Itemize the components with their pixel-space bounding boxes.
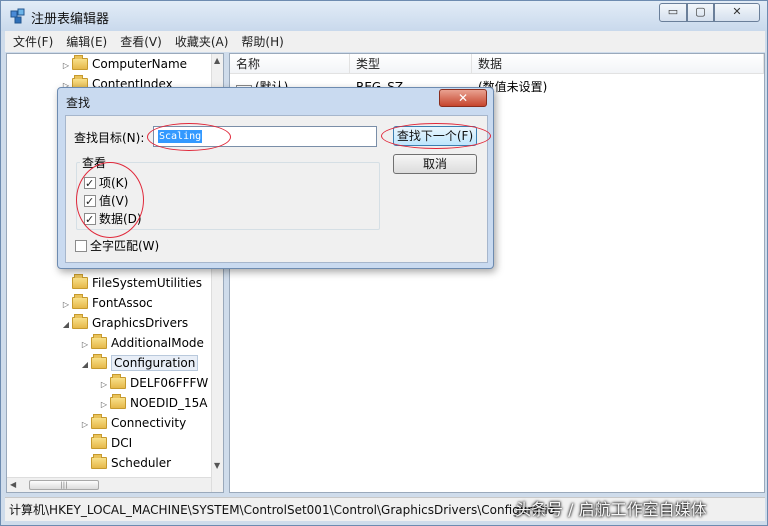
find-dialog: 查找 ✕ 查找目标(N): Scaling 查找下一个(F) 取消 查看 项(K…	[57, 87, 494, 269]
watermark-text: 头条号 / 启航工作室自媒体	[515, 500, 707, 519]
column-header-type[interactable]: 类型	[350, 54, 472, 74]
values-checkbox[interactable]	[84, 193, 96, 211]
folder-icon	[110, 374, 126, 389]
tree-item-computername[interactable]: ▷ ComputerName	[60, 54, 187, 74]
whole-word-checkbox[interactable]	[75, 240, 87, 252]
find-what-label: 查找目标(N):	[74, 131, 145, 145]
tree-item-label: DCI	[111, 436, 133, 450]
folder-icon	[91, 334, 107, 349]
dialog-body: 查找目标(N): Scaling 查找下一个(F) 取消 查看 项(K) 值(V…	[65, 115, 488, 263]
registry-editor-window: 注册表编辑器 ▭ ▢ ✕ 文件(F) 编辑(E) 查看(V) 收藏夹(A) 帮助…	[0, 0, 768, 526]
tree-item-label: FontAssoc	[92, 296, 153, 310]
folder-icon	[72, 314, 88, 329]
expand-arrow-icon[interactable]: ▷	[60, 295, 72, 315]
tree-item-label: Configuration	[111, 355, 199, 371]
tree-item-scheduler[interactable]: Scheduler	[79, 453, 171, 473]
tree-item-label: Scheduler	[111, 456, 172, 470]
tree-item-label: GraphicsDrivers	[92, 316, 189, 330]
folder-icon	[91, 434, 107, 449]
option-keys[interactable]: 项(K)	[84, 174, 129, 193]
folder-icon	[72, 294, 88, 309]
scroll-left-arrow-icon[interactable]: ◀	[10, 480, 16, 489]
tree-item-filesystemutilities[interactable]: FileSystemUtilities	[60, 273, 202, 293]
title-bar: 注册表编辑器 ▭ ▢ ✕	[1, 1, 767, 31]
cancel-button[interactable]: 取消	[393, 154, 477, 174]
folder-icon	[72, 274, 88, 289]
tree-item-graphicsdrivers[interactable]: ◢ GraphicsDrivers	[60, 313, 188, 333]
dialog-close-button[interactable]: ✕	[439, 89, 487, 107]
values-label: 值(V)	[99, 194, 129, 208]
tree-item-additionalmode[interactable]: ▷ AdditionalMode	[79, 333, 204, 353]
find-next-button[interactable]: 查找下一个(F)	[393, 126, 477, 146]
scroll-up-arrow-icon[interactable]: ▲	[214, 56, 220, 65]
close-window-button[interactable]: ✕	[714, 3, 760, 22]
keys-checkbox[interactable]	[84, 175, 96, 193]
look-at-label: 查看	[80, 154, 109, 171]
minimize-button[interactable]: ▭	[659, 3, 687, 22]
scroll-thumb[interactable]: |||	[29, 480, 99, 490]
tree-item-delf06fffw[interactable]: ▷ DELF06FFFW	[98, 373, 208, 393]
folder-icon	[91, 454, 107, 469]
option-whole-word[interactable]: 全字匹配(W)	[75, 237, 159, 255]
expand-arrow-icon[interactable]: ▷	[79, 335, 91, 355]
tree-item-label: NOEDID_15A	[130, 396, 208, 410]
tree-item-label: FileSystemUtilities	[92, 276, 202, 290]
option-data[interactable]: 数据(D)	[84, 210, 142, 229]
scroll-down-arrow-icon[interactable]: ▼	[214, 461, 220, 470]
tree-item-dci[interactable]: DCI	[79, 433, 132, 453]
tree-item-connectivity[interactable]: ▷ Connectivity	[79, 413, 186, 433]
tree-item-label: AdditionalMode	[111, 336, 204, 350]
column-header-data[interactable]: 数据	[472, 54, 764, 74]
tree-horizontal-scrollbar[interactable]: ◀ |||	[7, 477, 211, 492]
column-header-name[interactable]: 名称	[230, 54, 350, 74]
menu-view[interactable]: 查看(V)	[120, 33, 162, 50]
option-values[interactable]: 值(V)	[84, 192, 129, 211]
data-label: 数据(D)	[99, 212, 142, 226]
menu-file[interactable]: 文件(F)	[13, 33, 53, 50]
whole-word-label: 全字匹配(W)	[90, 239, 160, 253]
menu-bar: 文件(F) 编辑(E) 查看(V) 收藏夹(A) 帮助(H)	[5, 31, 765, 52]
expand-arrow-icon[interactable]: ▷	[60, 56, 72, 76]
tree-item-label: DELF06FFFW	[130, 376, 209, 390]
folder-icon	[91, 354, 107, 369]
dialog-title: 查找	[66, 96, 91, 110]
collapse-arrow-icon[interactable]: ◢	[79, 355, 91, 375]
tree-item-fontassoc[interactable]: ▷ FontAssoc	[60, 293, 153, 313]
folder-icon	[72, 55, 88, 70]
data-checkbox[interactable]	[84, 211, 96, 229]
collapse-arrow-icon[interactable]: ◢	[60, 315, 72, 335]
regedit-app-icon	[10, 8, 25, 24]
expand-arrow-icon[interactable]: ▷	[98, 395, 110, 415]
window-title: 注册表编辑器	[31, 12, 110, 27]
folder-icon	[91, 414, 107, 429]
tree-item-configuration[interactable]: ◢ Configuration	[79, 353, 199, 375]
folder-icon	[110, 394, 126, 409]
tree-item-label: Connectivity	[111, 416, 187, 430]
menu-favorites[interactable]: 收藏夹(A)	[175, 33, 229, 50]
expand-arrow-icon[interactable]: ▷	[79, 415, 91, 435]
expand-arrow-icon[interactable]: ▷	[98, 375, 110, 395]
find-what-value[interactable]: Scaling	[158, 130, 203, 143]
tree-item-label: ComputerName	[92, 57, 188, 71]
keys-label: 项(K)	[99, 176, 129, 190]
tree-item-noedid[interactable]: ▷ NOEDID_15A	[98, 393, 208, 413]
menu-edit[interactable]: 编辑(E)	[66, 33, 107, 50]
maximize-button[interactable]: ▢	[687, 3, 714, 22]
menu-help[interactable]: 帮助(H)	[241, 33, 283, 50]
